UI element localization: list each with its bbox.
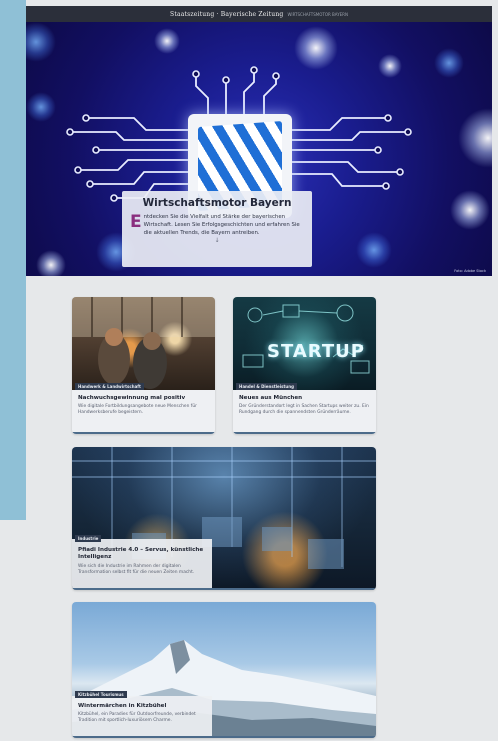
card-category-tag: Kitzbühel Tourismus xyxy=(75,691,127,698)
card-category-tag: Handwerk & Landwirtschaft xyxy=(75,383,144,390)
hero-title: Wirtschaftsmotor Bayern xyxy=(142,197,292,209)
top-bar: Staatszeitung · Bayerische Zeitung WIRTS… xyxy=(26,6,492,22)
hero-intro-text: ntdecken Sie die Vielfalt und Stärke der… xyxy=(143,214,300,236)
card-category-tag: Handel & Dienstleistung xyxy=(236,383,297,390)
card-title[interactable]: Nachwuchsgewinnung mal positiv xyxy=(78,395,209,402)
card-divider xyxy=(72,432,215,434)
card-divider xyxy=(72,588,376,590)
photo-credit: Foto: Adobe Stock xyxy=(454,269,486,273)
card-image xyxy=(72,297,215,390)
article-card-muenchen[interactable]: STARTUP Handel & Dienstleistung Neues au… xyxy=(233,297,376,434)
hero-intro-card: Wirtschaftsmotor Bayern Entdecken Sie di… xyxy=(122,191,312,267)
down-arrow-icon[interactable]: ↓ xyxy=(122,237,312,244)
card-description: Wie digitale Fortbildungsangebote neue M… xyxy=(78,404,197,415)
hero-intro: Entdecken Sie die Vielfalt und Stärke de… xyxy=(130,213,304,237)
article-card-industrie[interactable]: Industrie Pfiadi Industrie 4.0 – Servus,… xyxy=(72,447,376,590)
hero-dropcap: E xyxy=(130,212,142,232)
hero-banner: Wirtschaftsmotor Bayern Entdecken Sie di… xyxy=(26,22,492,276)
card-description: Kitzbühel, ein Paradies für Outdoorfreun… xyxy=(78,712,196,723)
card-title[interactable]: Wintermärchen in Kitzbühel xyxy=(78,703,212,710)
card-image: STARTUP xyxy=(233,297,376,390)
workers-illustration xyxy=(72,297,215,389)
card-title[interactable]: Pfiadi Industrie 4.0 – Servus, künstlich… xyxy=(78,547,212,561)
card-title[interactable]: Neues aus München xyxy=(239,395,370,402)
article-card-kitzbuehel[interactable]: Kitzbühel Tourismus Wintermärchen in Kit… xyxy=(72,602,376,738)
brand-subtitle: WIRTSCHAFTSMOTOR BAYERN xyxy=(287,11,348,17)
card-description: Der Gründerstandort legt in Sachen Start… xyxy=(239,404,369,415)
side-strip xyxy=(0,0,26,520)
card-description: Wie sich die Industrie im Rahmen der dig… xyxy=(78,564,195,575)
card-divider xyxy=(72,736,376,738)
brand-logo[interactable]: Staatszeitung · Bayerische Zeitung xyxy=(170,11,283,18)
card-category-tag: Industrie xyxy=(75,535,102,542)
card-divider xyxy=(233,432,376,434)
startup-graphic-text: STARTUP xyxy=(267,341,365,362)
article-card-nachwuchs[interactable]: Handwerk & Landwirtschaft Nachwuchsgewin… xyxy=(72,297,215,434)
